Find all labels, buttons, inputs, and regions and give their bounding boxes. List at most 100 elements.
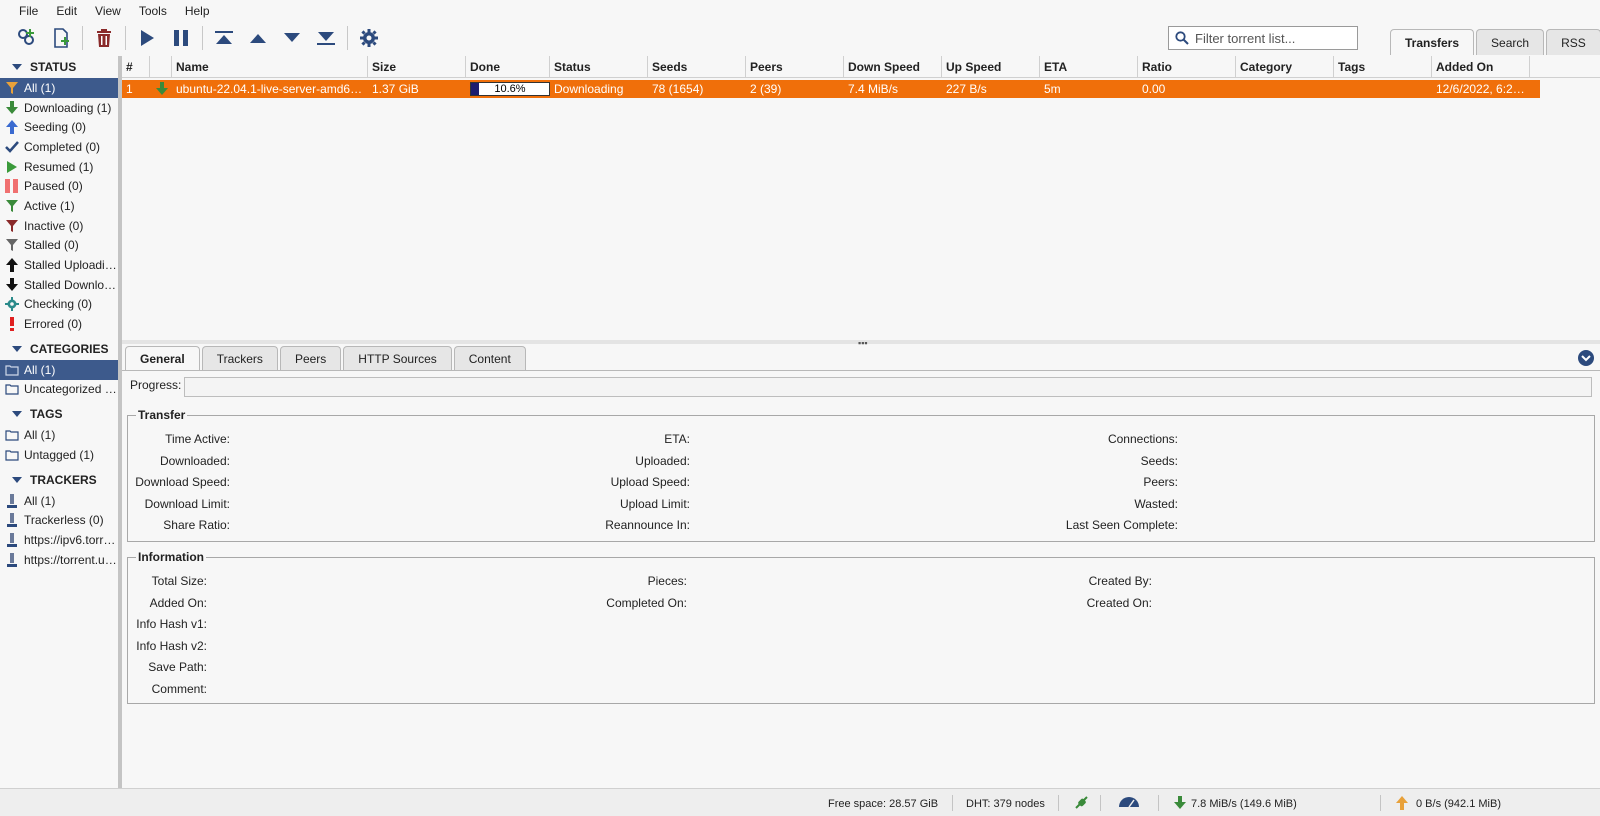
tab-http-sources[interactable]: HTTP Sources bbox=[343, 346, 452, 370]
tracker-icon bbox=[5, 532, 19, 547]
sidebar-item-status[interactable]: Seeding (0) bbox=[0, 117, 118, 137]
collapse-triangle-icon bbox=[12, 64, 22, 70]
tab-general[interactable]: General bbox=[125, 346, 200, 370]
sidebar-item-label: Completed (0) bbox=[24, 139, 101, 154]
status-section-header[interactable]: STATUS bbox=[0, 56, 118, 78]
menu-view[interactable]: View bbox=[86, 0, 130, 22]
connection-status-icon[interactable] bbox=[1074, 796, 1090, 813]
sidebar-item-tracker[interactable]: https://torrent.ubuntu.com bbox=[0, 550, 118, 570]
sidebar-item-status[interactable]: Paused (0) bbox=[0, 176, 118, 196]
sidebar-item-status[interactable]: Active (1) bbox=[0, 196, 118, 216]
menu-tools[interactable]: Tools bbox=[130, 0, 176, 22]
column-header-peers[interactable]: Peers bbox=[746, 56, 844, 78]
field-label: Created By: bbox=[1088, 574, 1152, 588]
tab-peers[interactable]: Peers bbox=[279, 346, 342, 370]
sidebar-item-tag-all[interactable]: All (1) bbox=[0, 425, 118, 445]
sidebar-item-tracker[interactable]: Trackerless (0) bbox=[0, 510, 118, 530]
status-separator bbox=[1380, 795, 1381, 811]
options-button[interactable] bbox=[352, 24, 386, 52]
sidebar-item-label: Stalled Downloading (0) bbox=[24, 277, 118, 292]
progress-bar: 10.6% bbox=[470, 82, 550, 96]
status-separator bbox=[1100, 795, 1101, 811]
sidebar-item-label: Stalled (0) bbox=[24, 238, 79, 253]
column-header-eta[interactable]: ETA bbox=[1040, 56, 1138, 78]
sidebar-item-tracker[interactable]: All (1) bbox=[0, 491, 118, 511]
sidebar-item-status[interactable]: Checking (0) bbox=[0, 295, 118, 315]
categories-section-header[interactable]: CATEGORIES bbox=[0, 338, 118, 360]
add-torrent-link-button[interactable] bbox=[10, 24, 44, 52]
sidebar-item-status[interactable]: Stalled Downloading (0) bbox=[0, 275, 118, 295]
filter-box[interactable] bbox=[1168, 26, 1358, 50]
speed-limit-icon[interactable] bbox=[1118, 795, 1140, 812]
tab-search[interactable]: Search bbox=[1476, 29, 1545, 55]
column-header-down-speed[interactable]: Down Speed bbox=[844, 56, 942, 78]
cell-seeds: 78 (1654) bbox=[652, 82, 704, 96]
move-bottom-button[interactable] bbox=[309, 24, 343, 52]
trackers-section-header[interactable]: TRACKERS bbox=[0, 469, 118, 491]
field-label: ETA: bbox=[664, 432, 690, 446]
pause-button[interactable] bbox=[164, 24, 198, 52]
move-up-icon bbox=[250, 34, 266, 43]
menu-help[interactable]: Help bbox=[176, 0, 219, 22]
filter-input[interactable] bbox=[1195, 30, 1345, 46]
categories-header-label: CATEGORIES bbox=[30, 341, 109, 356]
status-header-label: STATUS bbox=[30, 60, 77, 74]
tab-trackers[interactable]: Trackers bbox=[201, 346, 278, 370]
column-header-icon[interactable] bbox=[150, 56, 172, 78]
cell-tags bbox=[1334, 80, 1432, 98]
field-label: Comment: bbox=[151, 681, 207, 696]
folder-icon bbox=[5, 448, 19, 462]
tab-transfers[interactable]: Transfers bbox=[1390, 29, 1475, 55]
column-header-tags[interactable]: Tags bbox=[1334, 56, 1432, 78]
sidebar-item-status[interactable]: Downloading (1) bbox=[0, 98, 118, 118]
column-header-seeds[interactable]: Seeds bbox=[648, 56, 746, 78]
sidebar-item-status[interactable]: Inactive (0) bbox=[0, 216, 118, 236]
field-label: Info Hash v2: bbox=[136, 638, 207, 653]
column-header-ratio[interactable]: Ratio bbox=[1138, 56, 1236, 78]
sidebar-item-label: Uncategorized (1) bbox=[24, 382, 118, 397]
delete-button[interactable] bbox=[87, 24, 121, 52]
field-label: Info Hash v1: bbox=[136, 617, 207, 631]
column-header-up-speed[interactable]: Up Speed bbox=[942, 56, 1040, 78]
column-header-done[interactable]: Done bbox=[466, 56, 550, 78]
cell-down-speed: 7.4 MiB/s bbox=[848, 82, 899, 96]
move-top-button[interactable] bbox=[207, 24, 241, 52]
table-row[interactable]: 1 ubuntu-22.04.1-live-server-amd64.iso 1… bbox=[122, 80, 1540, 98]
column-header-added-on[interactable]: Added On bbox=[1432, 56, 1530, 78]
tracker-icon bbox=[5, 552, 19, 567]
transfer-group: Transfer Time Active: ETA: Connections: Dow… bbox=[127, 408, 1595, 542]
collapse-panel-button[interactable] bbox=[1578, 350, 1594, 366]
sidebar-item-tracker[interactable]: https://ipv6.torrent.ubuntu.com bbox=[0, 530, 118, 550]
sidebar-item-category-uncategorized[interactable]: Uncategorized (1) bbox=[0, 380, 118, 400]
column-header-category[interactable]: Category bbox=[1236, 56, 1334, 78]
sidebar-item-category-all[interactable]: All (1) bbox=[0, 359, 118, 380]
column-header-status[interactable]: Status bbox=[550, 56, 648, 78]
menu-file[interactable]: File bbox=[10, 0, 47, 22]
sidebar-item-status[interactable]: Stalled (0) bbox=[0, 236, 118, 256]
move-down-button[interactable] bbox=[275, 24, 309, 52]
sidebar-item-status[interactable]: Errored (0) bbox=[0, 314, 118, 334]
column-header-size[interactable]: Size bbox=[368, 56, 466, 78]
sidebar-item-status[interactable]: All (1) bbox=[0, 78, 118, 98]
sidebar-item-status[interactable]: Completed (0) bbox=[0, 137, 118, 157]
funnel-icon bbox=[5, 238, 19, 252]
sidebar-item-label: Trackerless (0) bbox=[24, 513, 104, 528]
column-header-number[interactable]: # bbox=[122, 56, 150, 78]
resume-button[interactable] bbox=[130, 24, 164, 52]
tags-section-header[interactable]: TAGS bbox=[0, 403, 118, 425]
collapse-triangle-icon bbox=[12, 476, 22, 483]
menu-edit[interactable]: Edit bbox=[47, 0, 86, 22]
sidebar-item-status[interactable]: Stalled Uploading (0) bbox=[0, 255, 118, 275]
cell-ratio: 0.00 bbox=[1142, 82, 1166, 96]
move-up-button[interactable] bbox=[241, 24, 275, 52]
move-down-icon bbox=[284, 33, 300, 42]
tab-rss[interactable]: RSS bbox=[1546, 29, 1600, 55]
download-speed-text: 7.8 MiB/s (149.6 MiB) bbox=[1191, 798, 1297, 810]
sidebar-item-status[interactable]: Resumed (1) bbox=[0, 157, 118, 177]
add-torrent-file-button[interactable] bbox=[44, 24, 78, 52]
field-label: Uploaded: bbox=[635, 453, 690, 468]
sidebar-item-tag-untagged[interactable]: Untagged (1) bbox=[0, 445, 118, 465]
column-header-name[interactable]: Name bbox=[172, 56, 368, 78]
tab-content[interactable]: Content bbox=[453, 346, 526, 370]
field-label: Reannounce In: bbox=[605, 518, 690, 532]
